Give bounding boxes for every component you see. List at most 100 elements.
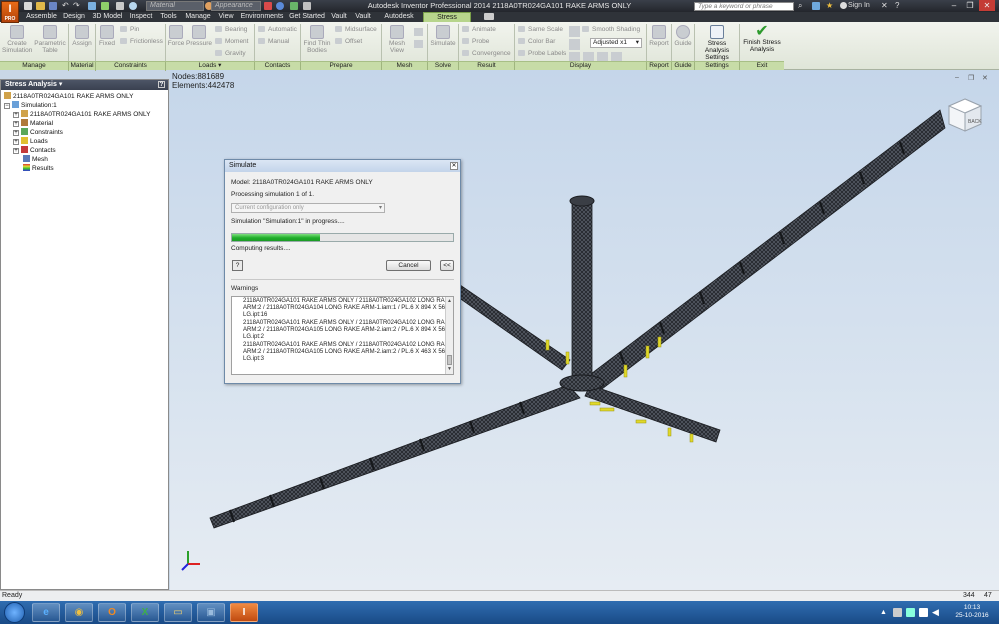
tree-constraints[interactable]: + Constraints [13, 128, 63, 137]
undo-icon[interactable]: ↶ [62, 2, 69, 10]
close-icon[interactable]: ✕ [979, 0, 995, 11]
inventor-taskbar-icon[interactable]: I [230, 603, 258, 622]
application-menu-button[interactable]: I PRO [1, 1, 19, 23]
tree-contacts[interactable]: + Contacts [13, 146, 56, 155]
pin-constraint-button[interactable]: Pin [120, 26, 139, 34]
manual-contacts-button[interactable]: Manual [258, 38, 289, 46]
boundary-icon[interactable] [569, 52, 580, 61]
tree-loads[interactable]: + Loads [13, 137, 48, 146]
tree-simulation[interactable]: − Simulation:1 [4, 101, 57, 110]
expand-icon[interactable]: + [13, 130, 19, 136]
help-icon[interactable]: ? [895, 1, 899, 10]
vault-icon[interactable]: ▣ [197, 603, 225, 622]
tree-part[interactable]: +2118A0TR024GA101 RAKE ARMS ONLY [13, 110, 150, 119]
moment-load-button[interactable]: Moment [215, 38, 248, 46]
file-explorer-icon[interactable]: ▭ [164, 603, 192, 622]
communication-center-icon[interactable]: ★ [826, 1, 833, 10]
shading-icon[interactable] [569, 26, 580, 37]
browser-header[interactable]: Stress Analysis ▾ ? [1, 80, 168, 90]
new-file-icon[interactable] [24, 2, 32, 10]
guide-button[interactable]: Guide [673, 25, 693, 47]
expand-icon[interactable]: + [13, 121, 19, 127]
warnings-scrollbar[interactable]: ▲ ▼ [445, 297, 453, 374]
measure-icon[interactable] [303, 2, 311, 10]
local-mesh-icon[interactable] [414, 40, 423, 48]
ilogic-icon[interactable] [290, 2, 298, 10]
start-button[interactable] [4, 602, 25, 623]
tab-view[interactable]: View [216, 12, 236, 22]
force-button[interactable]: Force [167, 25, 185, 47]
tab-vault[interactable]: Vault [329, 12, 349, 22]
mesh-view-button[interactable]: Mesh View [382, 25, 412, 54]
collapse-dialog-button[interactable]: << [440, 260, 454, 271]
animate-button[interactable]: Animate [462, 26, 496, 34]
expand-icon[interactable]: + [13, 148, 19, 154]
tree-mesh[interactable]: Mesh [23, 155, 48, 164]
finish-stress-analysis-button[interactable]: ✔ Finish Stress Analysis [741, 24, 783, 54]
min-icon[interactable] [597, 52, 608, 61]
binoculars-icon[interactable]: ⌕ [798, 2, 802, 10]
graphics-minimize-icon[interactable]: – [955, 74, 959, 81]
simulate-button[interactable]: Simulate [429, 25, 457, 47]
assign-button[interactable]: Assign [70, 25, 94, 47]
tree-root[interactable]: 2118A0TR024GA101 RAKE ARMS ONLY [4, 92, 133, 101]
displacement-scale-dropdown[interactable]: Adjusted x1 ▾ [590, 38, 642, 48]
fixed-constraint-button[interactable]: Fixed [97, 25, 117, 47]
report-button[interactable]: Report [648, 25, 670, 47]
warnings-list[interactable]: 2118A0TR024GA101 RAKE ARMS ONLY / 2118A0… [231, 296, 454, 375]
help-search-input[interactable]: Type a keyword or phrase [694, 2, 794, 11]
scroll-up-icon[interactable]: ▲ [447, 298, 452, 304]
probe-button[interactable]: Probe [462, 38, 489, 46]
parametric-table-button[interactable]: Parametric Table [33, 25, 67, 54]
subscription-icon[interactable] [812, 2, 820, 10]
tab-vault-2[interactable]: Vault [352, 12, 374, 22]
pressure-button[interactable]: Pressure [186, 25, 212, 47]
tab-3d-model[interactable]: 3D Model [90, 12, 125, 22]
create-simulation-button[interactable]: Create Simulation [2, 25, 32, 54]
browser-help-button[interactable]: ? [158, 81, 165, 88]
open-folder-icon[interactable] [36, 2, 45, 10]
tray-app-icon[interactable] [893, 608, 902, 617]
gravity-load-button[interactable]: Gravity [215, 50, 246, 58]
collapse-icon[interactable]: − [4, 103, 10, 109]
scroll-thumb[interactable] [447, 355, 452, 365]
graphics-restore-icon[interactable]: ❐ [968, 74, 974, 82]
offset-button[interactable]: Offset [335, 38, 362, 46]
configuration-select[interactable]: Current configuration only ▾ [231, 203, 385, 213]
stress-analysis-settings-button[interactable]: Stress Analysis Settings [696, 25, 738, 61]
same-scale-button[interactable]: Same Scale [518, 26, 563, 34]
smooth-shading-dropdown[interactable]: Smooth Shading [582, 26, 640, 34]
tray-arrow-icon[interactable]: ▲ [880, 609, 887, 616]
appearance-dropdown[interactable]: Appearance [211, 1, 261, 11]
mesh-settings-icon[interactable] [414, 28, 423, 36]
excel-icon[interactable]: X [131, 603, 159, 622]
dialog-title-bar[interactable]: Simulate ✕ [225, 160, 460, 172]
dialog-help-button[interactable]: ? [232, 260, 243, 271]
sign-in-link[interactable]: Sign In [848, 2, 870, 9]
internet-explorer-icon[interactable]: e [32, 603, 60, 622]
minimize-icon[interactable]: – [946, 0, 962, 11]
tab-get-started[interactable]: Get Started [288, 12, 326, 22]
action-center-icon[interactable] [906, 608, 915, 617]
tree-results[interactable]: Results [23, 164, 54, 173]
tab-stress-analysis[interactable]: Stress Analysis [423, 12, 471, 31]
expand-icon[interactable]: + [13, 112, 19, 118]
tab-manage[interactable]: Manage [183, 12, 213, 22]
tab-autodesk-360[interactable]: Autodesk 360 [378, 12, 420, 30]
tab-inspect[interactable]: Inspect [128, 12, 154, 22]
system-clock[interactable]: 10:13 25-10-2016 [948, 604, 996, 620]
redo-icon[interactable]: ↷ [73, 2, 80, 10]
volume-icon[interactable]: ◀ [932, 607, 939, 618]
frictionless-constraint-button[interactable]: Frictionless [120, 38, 163, 46]
network-icon[interactable] [919, 608, 928, 617]
automatic-contacts-button[interactable]: Automatic [258, 26, 297, 34]
save-icon[interactable] [49, 2, 57, 10]
find-thin-bodies-button[interactable]: Find Thin Bodies [302, 25, 332, 54]
adjust-icon[interactable] [276, 2, 284, 10]
scroll-down-icon[interactable]: ▼ [447, 366, 452, 372]
ribbon-toggle-icon[interactable] [484, 13, 494, 20]
material-dropdown[interactable]: Material [146, 1, 204, 11]
convergence-button[interactable]: Convergence [462, 50, 511, 58]
tab-design[interactable]: Design [61, 12, 87, 22]
tree-material[interactable]: + Material [13, 119, 53, 128]
